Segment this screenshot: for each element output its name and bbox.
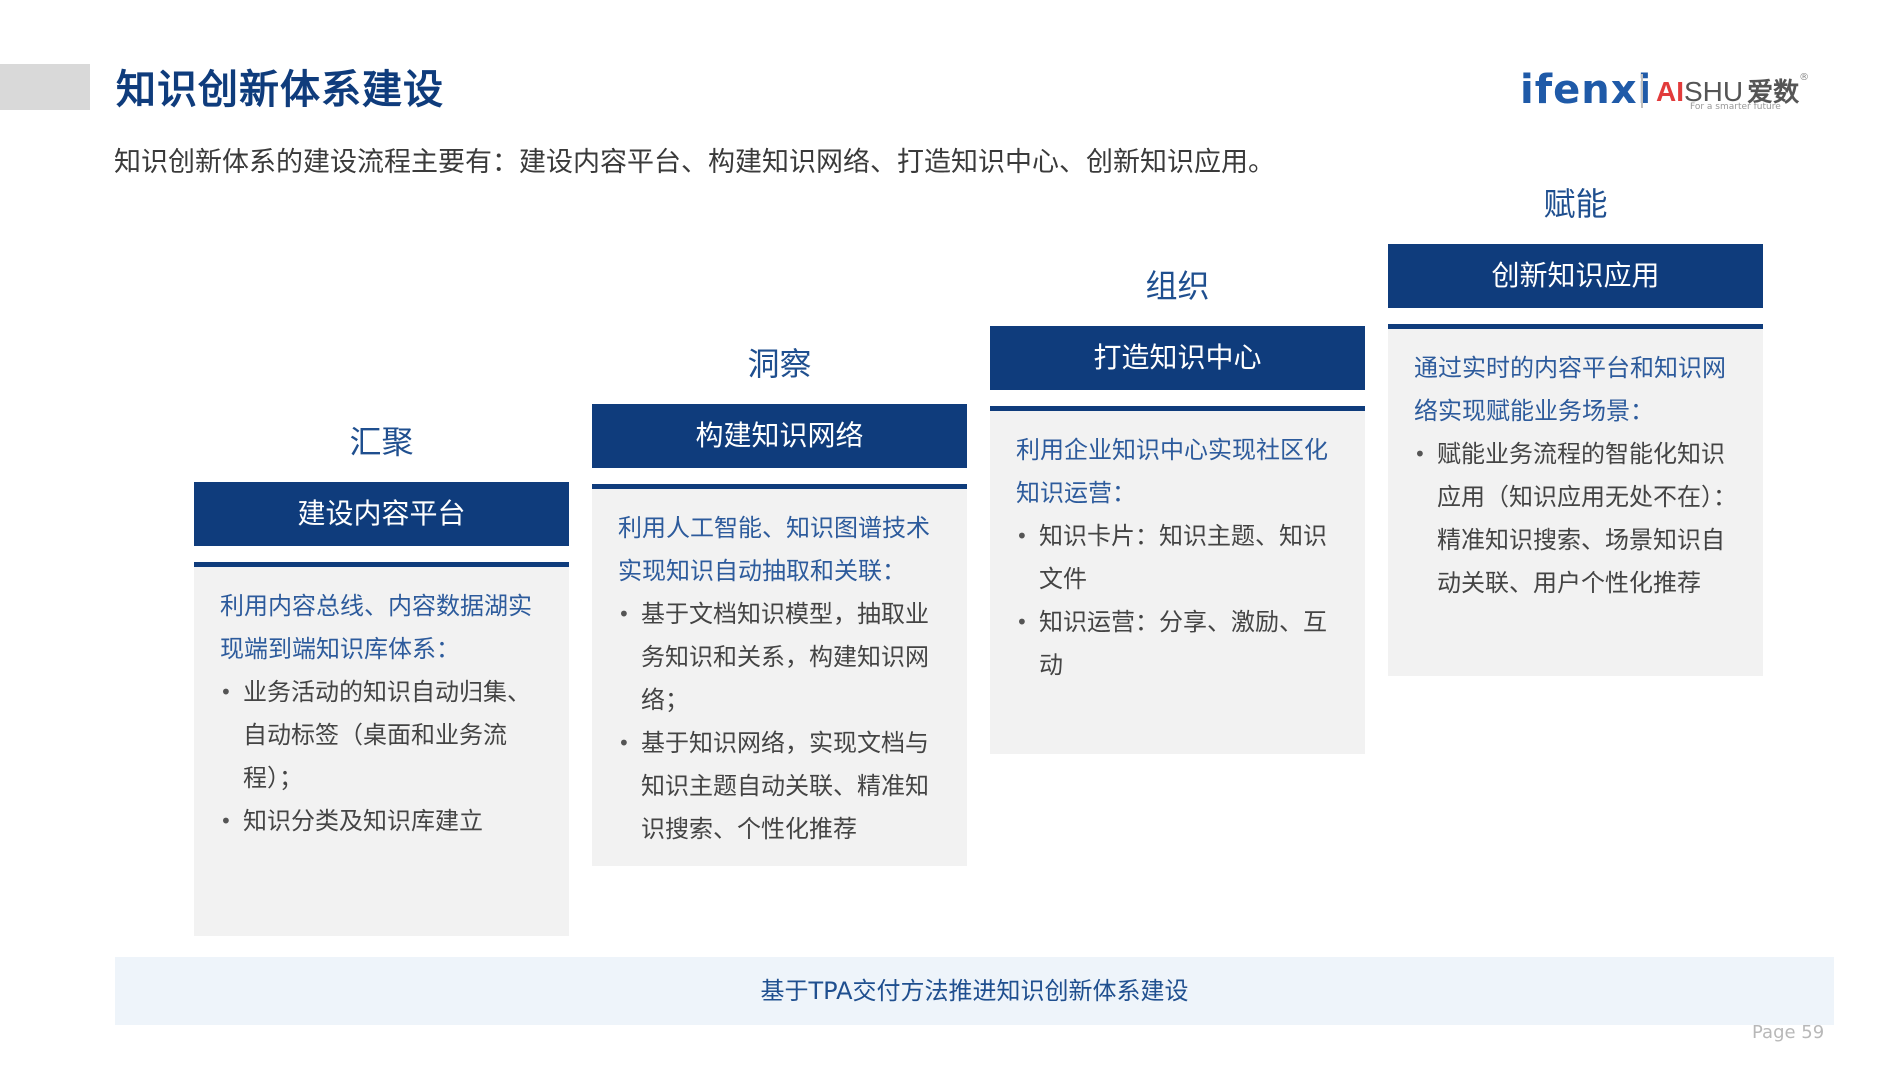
stage-lead: 利用企业知识中心实现社区化知识运营： [1016, 436, 1328, 507]
bullet-list: 基于文档知识模型，抽取业务知识和关系，构建知识网络； 基于知识网络，实现文档与知… [618, 593, 945, 851]
stage-verb: 洞察 [747, 345, 812, 383]
bullet-item: 知识卡片：知识主题、知识文件 [1016, 515, 1343, 601]
bullet-item: 基于知识网络，实现文档与知识主题自动关联、精准知识搜索、个性化推荐 [618, 722, 945, 851]
stage-verb: 赋能 [1543, 185, 1608, 223]
stage-body: 利用企业知识中心实现社区化知识运营： 知识卡片：知识主题、知识文件 知识运营：分… [990, 411, 1365, 754]
stage-lead: 通过实时的内容平台和知识网络实现赋能业务场景： [1414, 354, 1726, 425]
stage-verb: 组织 [1145, 267, 1210, 305]
stage-header: 构建知识网络 [592, 404, 967, 468]
bullet-list: 知识卡片：知识主题、知识文件 知识运营：分享、激励、互动 [1016, 515, 1343, 687]
page-number: Page 59 [1752, 1022, 1825, 1043]
bullet-item: 赋能业务流程的智能化知识应用（知识应用无处不在）：精准知识搜索、场景知识自动关联… [1414, 433, 1741, 605]
bullet-item: 业务活动的知识自动归集、自动标签（桌面和业务流程）； [220, 671, 547, 800]
stage-lead: 利用内容总线、内容数据湖实现端到端知识库体系： [220, 592, 532, 663]
aishu-logo-ai: AI [1656, 76, 1684, 107]
stage-header: 建设内容平台 [194, 482, 569, 546]
page-subtitle: 知识创新体系的建设流程主要有：建设内容平台、构建知识网络、打造知识中心、创新知识… [114, 147, 1275, 178]
stage-header: 打造知识中心 [990, 326, 1365, 390]
aishu-logo-registered: ® [1799, 72, 1810, 83]
bullet-item: 基于文档知识模型，抽取业务知识和关系，构建知识网络； [618, 593, 945, 722]
stage-body: 利用人工智能、知识图谱技术实现知识自动抽取和关联： 基于文档知识模型，抽取业务知… [592, 489, 967, 866]
title-accent-bar [0, 64, 90, 110]
stage-verb: 汇聚 [349, 423, 414, 461]
bullet-item: 知识分类及知识库建立 [220, 800, 547, 843]
stage-card-2: 洞察 构建知识网络 利用人工智能、知识图谱技术实现知识自动抽取和关联： 基于文档… [592, 338, 967, 866]
page-title: 知识创新体系建设 [116, 67, 444, 113]
stage-card-1: 汇聚 建设内容平台 利用内容总线、内容数据湖实现端到端知识库体系： 业务活动的知… [194, 416, 569, 936]
bullet-list: 赋能业务流程的智能化知识应用（知识应用无处不在）：精准知识搜索、场景知识自动关联… [1414, 433, 1741, 605]
aishu-tagline: For a smarter future [1690, 102, 1781, 112]
logo-divider [1641, 74, 1643, 108]
footer-banner: 基于TPA交付方法推进知识创新体系建设 [115, 957, 1834, 1025]
stage-header: 创新知识应用 [1388, 244, 1763, 308]
ifenxi-logo: ifenxi [1520, 67, 1653, 113]
stage-body: 通过实时的内容平台和知识网络实现赋能业务场景： 赋能业务流程的智能化知识应用（知… [1388, 329, 1763, 676]
stage-lead: 利用人工智能、知识图谱技术实现知识自动抽取和关联： [618, 514, 930, 585]
stage-card-4: 赋能 创新知识应用 通过实时的内容平台和知识网络实现赋能业务场景： 赋能业务流程… [1388, 178, 1763, 676]
stage-body: 利用内容总线、内容数据湖实现端到端知识库体系： 业务活动的知识自动归集、自动标签… [194, 567, 569, 936]
stage-card-3: 组织 打造知识中心 利用企业知识中心实现社区化知识运营： 知识卡片：知识主题、知… [990, 260, 1365, 754]
bullet-list: 业务活动的知识自动归集、自动标签（桌面和业务流程）； 知识分类及知识库建立 [220, 671, 547, 843]
bullet-item: 知识运营：分享、激励、互动 [1016, 601, 1343, 687]
